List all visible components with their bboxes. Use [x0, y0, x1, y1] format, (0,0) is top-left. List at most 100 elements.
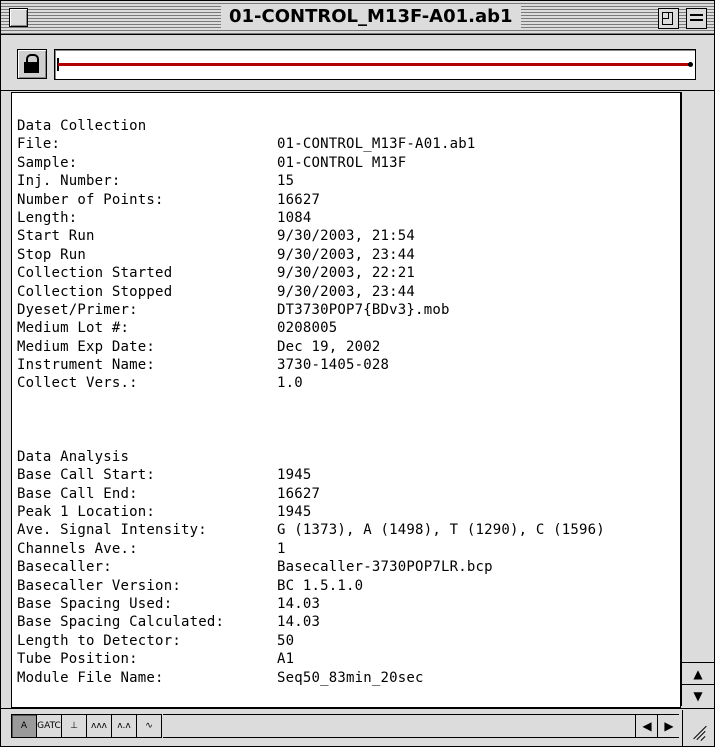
- raw-trace-icon[interactable]: ʌ.ʌ: [111, 714, 137, 738]
- field-label: Stop Run: [17, 246, 87, 263]
- field-label: Base Call Start:: [17, 467, 156, 484]
- signal-view-icon[interactable]: ∿: [136, 714, 162, 738]
- field-value: 9/30/2003, 23:44: [277, 283, 416, 300]
- field-value: 1: [277, 540, 286, 557]
- field-value: 50: [277, 632, 295, 649]
- field-label: Ave. Signal Intensity:: [17, 522, 207, 539]
- field-label: Start Run: [17, 228, 95, 245]
- field-label: Base Spacing Used:: [17, 595, 173, 612]
- close-box-icon[interactable]: [9, 8, 28, 27]
- field-value: Basecaller-3730POP7LR.bcp: [277, 559, 493, 576]
- field-value: 01-CONTROL M13F: [277, 154, 407, 171]
- data-analysis-row: Channels Ave.: 1: [17, 540, 605, 558]
- field-label: Instrument Name:: [17, 357, 156, 374]
- data-analysis-row: Tube Position: A1: [17, 650, 605, 668]
- field-label: Tube Position:: [17, 651, 138, 668]
- field-label: File:: [17, 136, 61, 153]
- data-collection-row: Medium Exp Date: Dec 19, 2002: [17, 338, 605, 356]
- data-collection-heading: Data Collection: [17, 118, 147, 134]
- right-arrow-icon[interactable]: ▶: [657, 715, 680, 737]
- window-title: 01-CONTROL_M13F-A01.ab1: [221, 6, 521, 28]
- trace-overview[interactable]: [54, 49, 696, 80]
- lock-icon[interactable]: [17, 49, 47, 79]
- data-analysis-row: Basecaller Version: BC 1.5.1.0: [17, 577, 605, 595]
- sequence-view-icon[interactable]: GATC: [36, 714, 62, 738]
- zoom-box-icon[interactable]: [658, 8, 679, 29]
- left-arrow-icon[interactable]: ◀: [635, 715, 658, 737]
- horizontal-scrollbar[interactable]: ◀ ▶: [163, 714, 680, 738]
- data-collection-row: Medium Lot #: 0208005: [17, 319, 605, 337]
- field-label: Medium Exp Date:: [17, 338, 156, 355]
- bottom-bar: A GATC ⊥ ʌʌʌ ʌ.ʌ ∿ ◀ ▶: [1, 708, 714, 746]
- title-bar[interactable]: 01-CONTROL_M13F-A01.ab1: [1, 1, 714, 35]
- field-value: BC 1.5.1.0: [277, 577, 364, 594]
- vertical-scrollbar[interactable]: ▲ ▼: [681, 92, 714, 707]
- data-collection-row: Collect Vers.: 1.0: [17, 374, 605, 392]
- field-value: A1: [277, 651, 295, 668]
- data-analysis-row: Module File Name: Seq50_83min_20sec: [17, 669, 605, 687]
- collapse-box-icon[interactable]: [686, 8, 707, 29]
- field-value: 14.03: [277, 595, 321, 612]
- data-analysis-row: Base Spacing Used: 14.03: [17, 595, 605, 613]
- resize-grip-icon[interactable]: [682, 710, 714, 746]
- field-value: 3730-1405-028: [277, 357, 390, 374]
- data-analysis-heading: Data Analysis: [17, 448, 130, 465]
- field-value: 9/30/2003, 23:44: [277, 246, 416, 263]
- field-value: G (1373), A (1498), T (1290), C (1596): [277, 522, 605, 539]
- field-label: Dyeset/Primer:: [17, 301, 138, 318]
- field-value: 9/30/2003, 22:21: [277, 265, 416, 282]
- field-value: Seq50_83min_20sec: [277, 669, 424, 686]
- data-collection-row: Collection Stopped 9/30/2003, 23:44: [17, 283, 605, 301]
- data-analysis-list: Base Call Start: 1945 Base Call End: 16627 P…: [17, 466, 605, 687]
- data-collection-row: Dyeset/Primer: DT3730POP7{BDv3}.mob: [17, 301, 605, 319]
- data-analysis-row: Base Call Start: 1945: [17, 466, 605, 484]
- field-value: 15: [277, 173, 295, 190]
- field-value: 0208005: [277, 320, 338, 337]
- field-label: Channels Ave.:: [17, 540, 138, 557]
- document-window: 01-CONTROL_M13F-A01.ab1 Data Collection …: [0, 0, 715, 747]
- marker-view-icon[interactable]: ⊥: [61, 714, 87, 738]
- field-label: Number of Points:: [17, 191, 164, 208]
- info-text: Data Collection File: 01-CONTROL_M13F-A01…: [17, 117, 605, 687]
- field-label: Basecaller:: [17, 559, 112, 576]
- field-label: Length to Detector:: [17, 632, 181, 649]
- data-analysis-row: Base Call End: 16627: [17, 485, 605, 503]
- data-collection-row: Stop Run 9/30/2003, 23:44: [17, 246, 605, 264]
- overview-trace-line: [58, 63, 692, 66]
- data-analysis-row: Length to Detector: 50: [17, 632, 605, 650]
- vertical-scroll-track[interactable]: [682, 92, 714, 662]
- field-label: Inj. Number:: [17, 173, 121, 190]
- data-collection-row: Instrument Name: 3730-1405-028: [17, 356, 605, 374]
- data-collection-row: Sample: 01-CONTROL M13F: [17, 154, 605, 172]
- field-label: Peak 1 Location:: [17, 504, 156, 521]
- field-label: Base Spacing Calculated:: [17, 614, 225, 631]
- data-collection-row: Inj. Number: 15: [17, 172, 605, 190]
- field-label: Basecaller Version:: [17, 577, 181, 594]
- overview-right-handle[interactable]: [688, 62, 693, 67]
- field-value: DT3730POP7{BDv3}.mob: [277, 301, 450, 318]
- field-label: Length:: [17, 209, 78, 226]
- up-arrow-icon[interactable]: ▲: [682, 662, 714, 685]
- field-value: 1084: [277, 209, 312, 226]
- analyzed-trace-icon[interactable]: ʌʌʌ: [86, 714, 112, 738]
- info-view-icon[interactable]: A: [11, 714, 37, 738]
- field-label: Base Call End:: [17, 485, 138, 502]
- view-switcher: A GATC ⊥ ʌʌʌ ʌ.ʌ ∿: [11, 714, 162, 738]
- field-value: 1.0: [277, 375, 303, 392]
- field-label: Collect Vers.:: [17, 375, 138, 392]
- field-value: 16627: [277, 191, 321, 208]
- field-label: Sample:: [17, 154, 78, 171]
- data-collection-list: File: 01-CONTROL_M13F-A01.ab1 Sample: 01-CO…: [17, 135, 605, 392]
- info-panel: Data Collection File: 01-CONTROL_M13F-A01…: [11, 92, 681, 708]
- data-analysis-row: Peak 1 Location: 1945: [17, 503, 605, 521]
- field-value: 1945: [277, 467, 312, 484]
- data-collection-row: Number of Points: 16627: [17, 191, 605, 209]
- field-value: 16627: [277, 485, 321, 502]
- data-analysis-row: Base Spacing Calculated: 14.03: [17, 613, 605, 631]
- field-label: Collection Stopped: [17, 283, 173, 300]
- data-analysis-row: Basecaller: Basecaller-3730POP7LR.bcp: [17, 558, 605, 576]
- field-value: 1945: [277, 504, 312, 521]
- data-collection-row: File: 01-CONTROL_M13F-A01.ab1: [17, 135, 605, 153]
- down-arrow-icon[interactable]: ▼: [682, 684, 714, 707]
- data-collection-row: Start Run 9/30/2003, 21:54: [17, 227, 605, 245]
